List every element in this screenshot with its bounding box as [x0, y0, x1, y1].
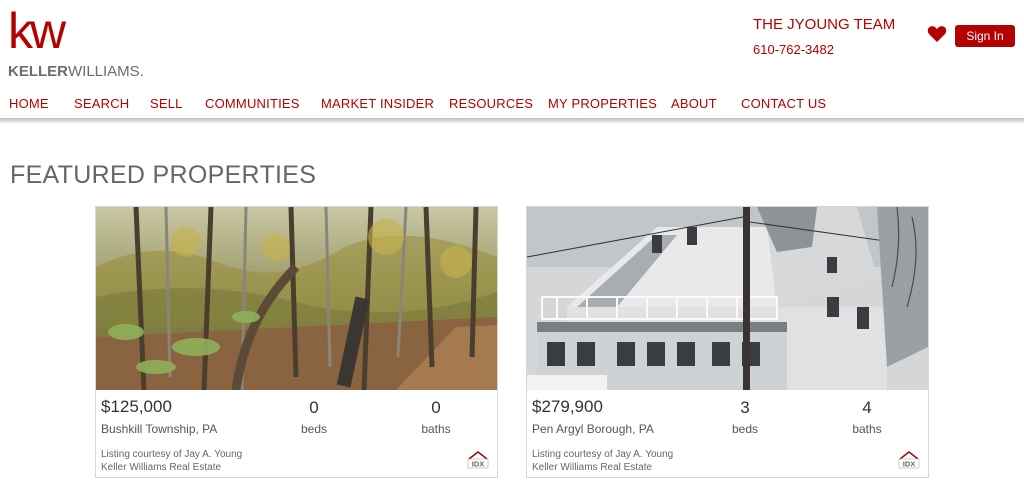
listing-beds: 3 beds: [710, 397, 780, 436]
keller-williams-logo[interactable]: kw KELLERWILLIAMS.: [8, 3, 158, 79]
nav-item-my-properties[interactable]: MY PROPERTIES: [548, 92, 657, 116]
featured-properties-title: FEATURED PROPERTIES: [10, 161, 317, 189]
listing-price: $279,900: [532, 397, 603, 416]
nav-item-market-insider[interactable]: MARKET INSIDER: [321, 92, 434, 116]
courtesy-brokerage: Keller Williams Real Estate: [101, 462, 222, 473]
header-shadow: [0, 118, 1024, 124]
baths-count: 0: [431, 398, 441, 417]
nav-item-resources[interactable]: RESOURCES: [449, 92, 533, 116]
beds-count: 3: [740, 398, 750, 417]
courtesy-brokerage: Keller Williams Real Estate: [532, 462, 653, 473]
listing-photo-wooded-lot[interactable]: [96, 207, 497, 390]
listing-price: $125,000: [101, 397, 172, 416]
listing-card[interactable]: $279,900 Pen Argyl Borough, PA 3 beds 4 …: [526, 206, 929, 478]
site-header: kw KELLERWILLIAMS. THE JYOUNG TEAM 610-7…: [0, 0, 1024, 120]
listing-location: Bushkill Township, PA: [101, 422, 218, 436]
nav-item-sell[interactable]: SELL: [150, 92, 183, 116]
listing-courtesy: Listing courtesy of Jay A. Young Keller …: [532, 448, 673, 474]
nav-item-search[interactable]: SEARCH: [74, 92, 129, 116]
listing-baths: 4 baths: [832, 397, 902, 436]
idx-badge: IDX: [472, 460, 485, 469]
listing-photo-white-house[interactable]: [527, 207, 928, 390]
listing-courtesy: Listing courtesy of Jay A. Young Keller …: [101, 448, 242, 474]
heart-icon[interactable]: [927, 25, 947, 43]
courtesy-agent: Listing courtesy of Jay A. Young: [101, 449, 243, 460]
listing-baths: 0 baths: [401, 397, 471, 436]
beds-count: 0: [309, 398, 319, 417]
nav-item-about[interactable]: ABOUT: [671, 92, 717, 116]
beds-label: beds: [300, 422, 328, 436]
main-nav: HOME SEARCH SELL COMMUNITIES MARKET INSI…: [0, 92, 1024, 116]
idx-badge: IDX: [903, 460, 916, 469]
listing-card[interactable]: $125,000 Bushkill Township, PA 0 beds 0 …: [95, 206, 498, 478]
baths-count: 4: [862, 398, 872, 417]
kw-logo-mark: kw: [8, 3, 66, 59]
nav-item-communities[interactable]: COMMUNITIES: [205, 92, 300, 116]
logo-wordmark-bold: KELLER: [8, 63, 68, 80]
logo-wordmark-suffix: .: [139, 63, 144, 80]
listing-location: Pen Argyl Borough, PA: [532, 422, 654, 436]
listing-beds: 0 beds: [279, 397, 349, 436]
logo-wordmark-light: WILLIAMS: [68, 63, 140, 80]
beds-label: beds: [731, 422, 759, 436]
idx-icon: IDX: [467, 451, 489, 469]
team-contact: THE JYOUNG TEAM 610-762-3482: [753, 16, 895, 58]
sign-in-button[interactable]: Sign In: [955, 25, 1015, 47]
courtesy-agent: Listing courtesy of Jay A. Young: [532, 449, 674, 460]
baths-label: baths: [421, 422, 451, 436]
team-name[interactable]: THE JYOUNG TEAM: [753, 16, 895, 34]
team-phone[interactable]: 610-762-3482: [753, 42, 895, 58]
logo-wordmark: KELLERWILLIAMS.: [8, 64, 144, 79]
idx-icon: IDX: [898, 451, 920, 469]
nav-item-home[interactable]: HOME: [9, 92, 49, 116]
baths-label: baths: [852, 422, 882, 436]
nav-item-contact-us[interactable]: CONTACT US: [741, 92, 826, 116]
